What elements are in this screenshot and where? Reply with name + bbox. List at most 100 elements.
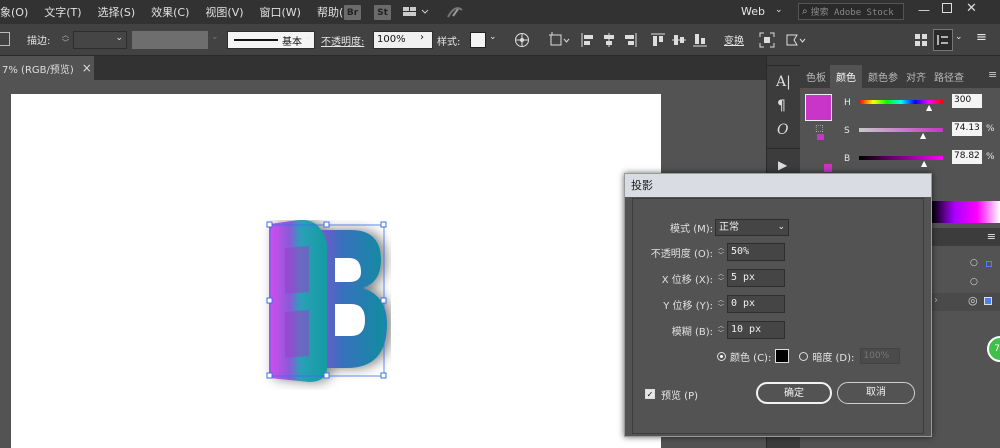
align-left-icon[interactable] <box>580 31 596 49</box>
stock-search[interactable]: ⌕ 搜索 Adobe Stock <box>798 3 904 20</box>
chevron-down-icon[interactable]: ⌄ <box>775 5 783 15</box>
preview-checkbox[interactable]: ✓ <box>645 389 655 399</box>
color-radio[interactable] <box>717 351 726 361</box>
opentype-panel-icon[interactable]: O <box>777 122 788 138</box>
play-action-icon[interactable]: ▶ <box>778 158 787 172</box>
color-spectrum[interactable] <box>932 201 1000 223</box>
align-vertical-center-icon[interactable] <box>671 31 687 49</box>
menu-icon[interactable]: ≡ <box>976 30 987 45</box>
tab-color[interactable]: 颜色 <box>830 65 862 88</box>
saturation-slider[interactable] <box>859 128 943 132</box>
selection-indicator[interactable] <box>984 297 992 305</box>
close-window-icon[interactable]: ✕ <box>966 1 977 16</box>
layer-row[interactable]: ○ <box>932 256 1000 274</box>
opacity-label[interactable]: 不透明度: <box>321 33 364 48</box>
x-offset-stepper[interactable]: ︿ ﹀ <box>715 269 727 287</box>
search-icon: ⌕ <box>802 6 808 17</box>
target-icon[interactable]: ○ <box>970 277 978 287</box>
character-panel-icon[interactable]: A| <box>776 74 791 90</box>
restore-icon[interactable] <box>942 3 952 13</box>
transform-button[interactable]: 变换 <box>724 32 744 47</box>
opacity-input[interactable]: 50% <box>727 243 785 261</box>
brush-definition[interactable]: 基本 <box>227 31 315 49</box>
panel-menu-icon[interactable]: ≡ <box>987 230 996 243</box>
opacity-stepper[interactable]: ︿ ﹀ <box>715 243 727 261</box>
recolor-artwork-icon[interactable] <box>513 31 531 49</box>
chevron-right-icon[interactable]: › <box>934 295 938 306</box>
stroke-stepper[interactable]: ︿ ﹀ <box>62 31 69 47</box>
align-horizontal-center-icon[interactable] <box>601 31 617 49</box>
target-icon[interactable]: ◎ <box>968 294 978 307</box>
dialog-title[interactable]: 投影 <box>625 174 931 197</box>
arrange-documents-icon[interactable] <box>403 5 431 19</box>
saturation-slider-thumb[interactable]: ▲ <box>920 131 926 140</box>
y-offset-stepper[interactable]: ︿ ﹀ <box>715 295 727 313</box>
s-label: S <box>844 126 850 136</box>
chevron-right-icon[interactable]: › <box>420 32 424 43</box>
chevron-down-icon[interactable]: ⌄ <box>305 32 313 42</box>
menu-window[interactable]: 窗口(W) <box>252 4 309 20</box>
cancel-button[interactable]: 取消 <box>837 382 915 404</box>
last-color-swatch[interactable] <box>824 164 832 172</box>
h-value-input[interactable]: 300 <box>952 94 982 108</box>
menu-select[interactable]: 选择(S) <box>90 4 144 20</box>
selection-indicator[interactable] <box>986 261 992 267</box>
search-input[interactable]: 搜索 Adobe Stock <box>811 5 894 18</box>
brightness-slider[interactable] <box>859 156 943 160</box>
out-of-gamut-icon[interactable]: ⬚ <box>815 124 824 134</box>
tab-align[interactable]: 对齐 <box>902 69 930 88</box>
target-icon[interactable]: ○ <box>970 258 978 268</box>
gpu-performance-icon[interactable] <box>446 4 464 20</box>
floating-badge[interactable]: 77 <box>987 336 1000 362</box>
x-offset-label: X 位移 (X): <box>661 274 713 286</box>
menu-effect[interactable]: 效果(C) <box>143 4 197 20</box>
menu-object[interactable]: 象(O) <box>0 4 36 20</box>
y-offset-input[interactable]: 0 px <box>727 295 785 313</box>
tab-swatches[interactable]: 色板 <box>800 69 830 88</box>
tab-pathfinder[interactable]: 路径查 <box>930 69 966 88</box>
align-top-icon[interactable] <box>650 31 666 49</box>
close-tab-icon[interactable]: × <box>82 61 92 75</box>
mode-select[interactable]: 正常 ⌄ <box>715 218 789 236</box>
panel-options-icon[interactable] <box>933 29 953 51</box>
b-value-input[interactable]: 78.82 <box>952 150 982 164</box>
darkness-radio[interactable] <box>799 351 809 361</box>
layers-panel-header: ≡ <box>932 228 1000 246</box>
panel-menu-icon[interactable]: ≡ <box>988 68 997 81</box>
layer-row[interactable]: ○ <box>932 276 1000 292</box>
tab-color-guide[interactable]: 颜色参 <box>862 69 902 88</box>
opacity-input[interactable]: 100% <box>373 31 433 49</box>
blur-stepper[interactable]: ︿ ﹀ <box>715 321 727 339</box>
workspace-switcher[interactable]: Web <box>741 5 765 18</box>
align-right-icon[interactable] <box>622 31 638 49</box>
chevron-down-icon[interactable]: ⌄ <box>955 32 963 42</box>
arrange-panels-icon[interactable] <box>913 31 929 49</box>
fill-swatch[interactable] <box>0 32 10 46</box>
x-offset-input[interactable]: 5 px <box>727 269 785 287</box>
graphic-style-swatch[interactable] <box>470 32 486 48</box>
stock-button[interactable]: St <box>374 5 391 20</box>
menu-type[interactable]: 文字(T) <box>36 4 89 20</box>
brightness-slider-thumb[interactable]: ▲ <box>921 159 927 168</box>
envelope-options-icon[interactable] <box>785 31 807 49</box>
shadow-color-swatch[interactable] <box>775 349 790 363</box>
minimize-icon[interactable]: — <box>918 3 930 17</box>
artboard[interactable] <box>11 94 661 448</box>
chevron-down-icon[interactable]: ⌄ <box>489 32 497 42</box>
blur-input[interactable]: 10 px <box>727 321 785 339</box>
align-bottom-icon[interactable] <box>692 31 708 49</box>
document-tab[interactable]: 7% (RGB/预览) × <box>0 56 94 80</box>
align-to-icon[interactable] <box>549 31 571 49</box>
paragraph-panel-icon[interactable]: ¶ <box>777 98 786 114</box>
stroke-weight-input[interactable]: ⌄ <box>73 31 127 49</box>
s-value-input[interactable]: 74.13 <box>952 122 982 136</box>
menu-view[interactable]: 视图(V) <box>197 4 251 20</box>
hue-slider-thumb[interactable]: ▲ <box>926 103 932 112</box>
variable-width-profile[interactable] <box>132 31 208 49</box>
bridge-button[interactable]: Br <box>344 5 361 20</box>
letter-b-artwork[interactable] <box>251 220 391 390</box>
layer-row-selected[interactable]: › ◎ <box>932 293 1000 311</box>
ok-button[interactable]: 确定 <box>756 382 832 404</box>
fill-color-swatch[interactable] <box>805 94 832 121</box>
isolate-icon[interactable] <box>758 31 776 49</box>
